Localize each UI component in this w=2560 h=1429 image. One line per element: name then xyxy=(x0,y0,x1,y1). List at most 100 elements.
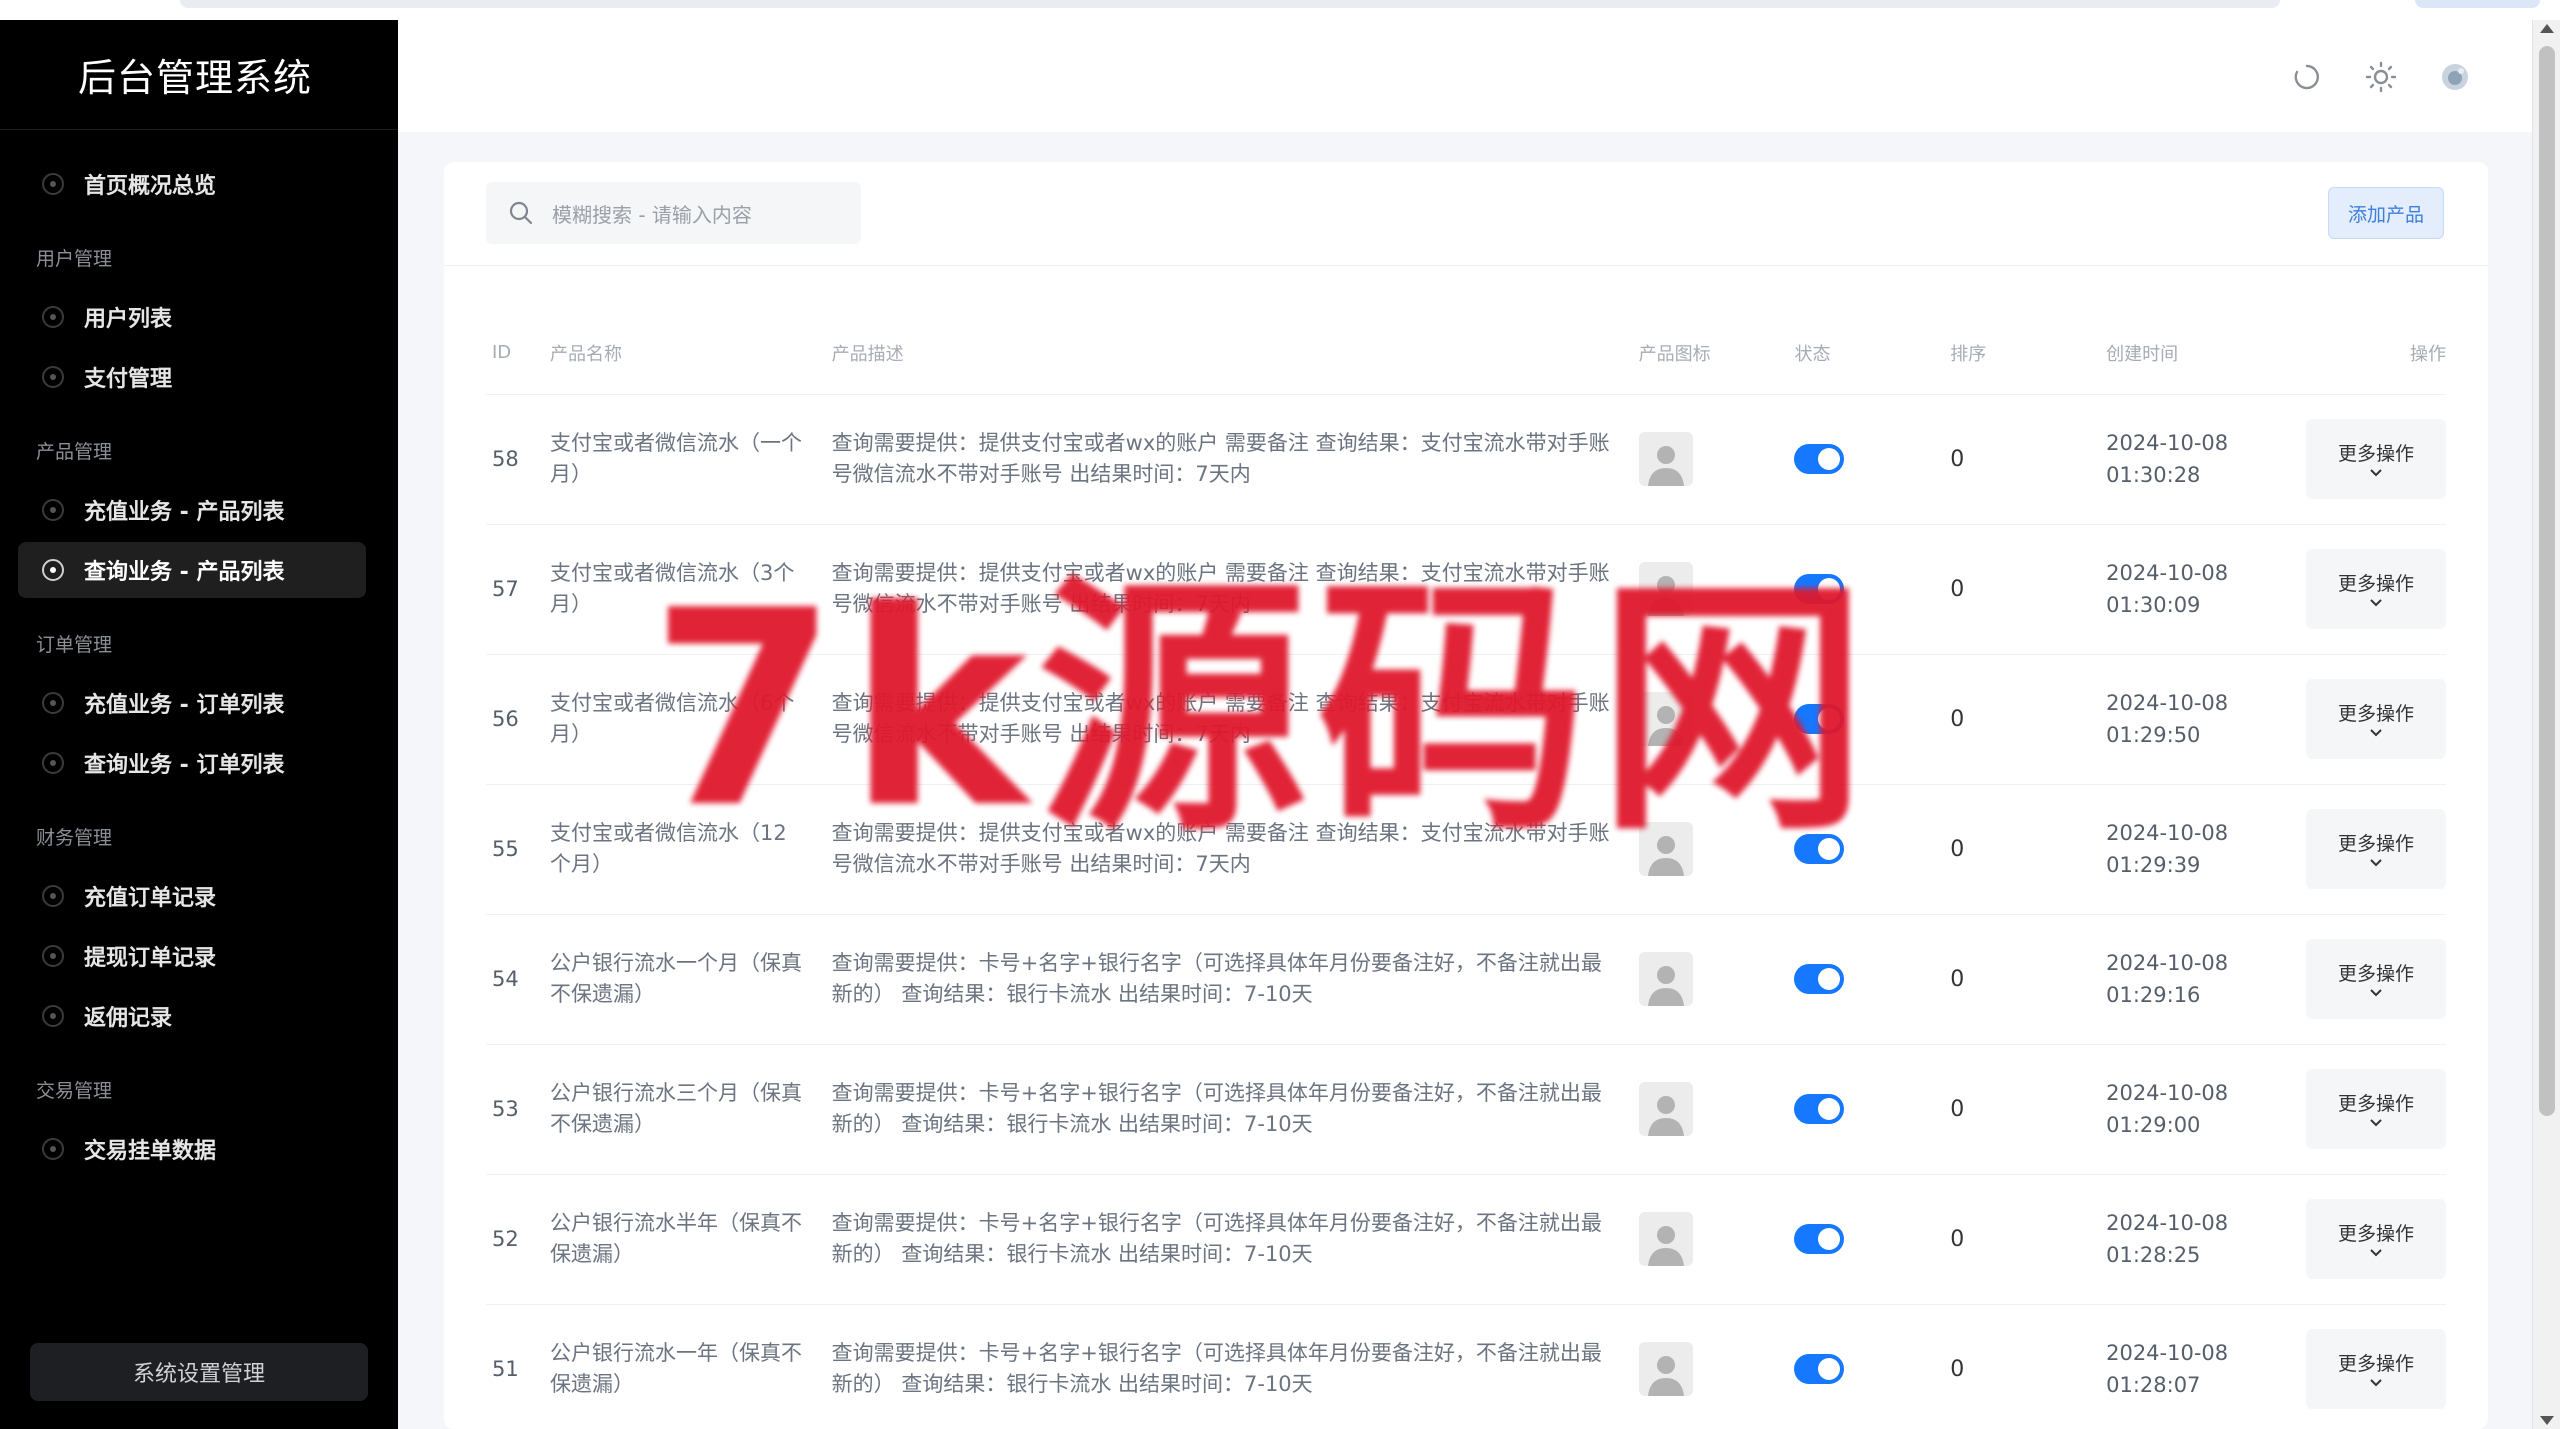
created-time: 01:28:25 xyxy=(2106,1243,2201,1267)
cell-id: 51 xyxy=(486,1304,544,1429)
header-icon: 产品图标 xyxy=(1632,312,1789,395)
product-table: ID 产品名称 产品描述 产品图标 状态 排序 创建时间 操作 58 支付宝或者微… xyxy=(486,312,2446,1429)
more-actions-button[interactable]: 更多操作 xyxy=(2306,1069,2446,1149)
header-op: 操作 xyxy=(2300,312,2446,395)
search-box[interactable]: 模糊搜索 - 请输入内容 xyxy=(486,182,861,244)
product-image-icon xyxy=(1638,432,1693,486)
cell-sort: 0 xyxy=(1944,524,2101,655)
refresh-icon[interactable] xyxy=(2290,60,2324,94)
nav-group-title: 财务管理 xyxy=(36,827,113,849)
created-date: 2024-10-08 xyxy=(2106,1081,2229,1105)
cell-op: 更多操作 xyxy=(2300,1304,2446,1429)
cell-op: 更多操作 xyxy=(2300,524,2446,655)
cell-op: 更多操作 xyxy=(2300,914,2446,1045)
cell-op: 更多操作 xyxy=(2300,654,2446,785)
nav-group-title: 订单管理 xyxy=(36,634,113,656)
sidebar-item-label: 用户列表 xyxy=(84,307,173,332)
sun-icon[interactable] xyxy=(2364,60,2398,94)
chevron-down-icon xyxy=(2370,859,2382,867)
cell-icon xyxy=(1632,1174,1789,1305)
sidebar-item-label: 查询业务 - 订单列表 xyxy=(84,753,285,778)
cell-status xyxy=(1788,394,1945,525)
cell-created: 2024-10-08 01:30:09 xyxy=(2100,524,2300,655)
more-actions-button[interactable]: 更多操作 xyxy=(2306,1329,2446,1409)
sidebar-item[interactable]: 查询业务 - 订单列表 xyxy=(18,735,366,791)
cell-id: 54 xyxy=(486,914,544,1045)
table-row: 54 公户银行流水一个月（保真不保遗漏） 查询需要提供：卡号+名字+银行名字（可选择… xyxy=(486,914,2446,1045)
product-list-card: 模糊搜索 - 请输入内容 添加产品 ID 产品名称 产品描述 产品图标 状态 排… xyxy=(444,162,2488,1429)
table-row: 55 支付宝或者微信流水（12个月） 查询需要提供：提供支付宝或者wx的账户 需要备… xyxy=(486,784,2446,915)
header-id: ID xyxy=(486,312,544,395)
sidebar-item-label: 充值业务 - 订单列表 xyxy=(84,693,285,718)
cell-sort: 0 xyxy=(1944,654,2101,785)
status-toggle[interactable] xyxy=(1794,834,1845,864)
sidebar-item[interactable]: 交易挂单数据 xyxy=(18,1121,366,1177)
cell-desc: 查询需要提供：卡号+名字+银行名字（可选择具体年月份要备注好，不备注就出最新的）… xyxy=(825,1044,1633,1175)
header-sort: 排序 xyxy=(1944,312,2101,395)
sidebar-item[interactable]: 充值业务 - 产品列表 xyxy=(18,482,366,538)
more-actions-button[interactable]: 更多操作 xyxy=(2306,419,2446,499)
status-toggle[interactable] xyxy=(1794,1354,1845,1384)
sidebar-item[interactable]: 支付管理 xyxy=(18,349,366,405)
system-settings-button[interactable]: 系统设置管理 xyxy=(30,1343,368,1401)
header-desc: 产品描述 xyxy=(825,312,1633,395)
avatar-icon[interactable] xyxy=(2438,60,2472,94)
chevron-down-icon xyxy=(2370,1249,2382,1257)
more-actions-label: 更多操作 xyxy=(2337,1093,2414,1115)
cell-created: 2024-10-08 01:28:25 xyxy=(2100,1174,2300,1305)
cell-sort: 0 xyxy=(1944,1174,2101,1305)
scroll-down-arrow[interactable] xyxy=(2540,1416,2554,1425)
sidebar-item[interactable]: 充值订单记录 xyxy=(18,868,366,924)
table-row: 53 公户银行流水三个月（保真不保遗漏） 查询需要提供：卡号+名字+银行名字（可选择… xyxy=(486,1044,2446,1175)
nav-dot-icon xyxy=(42,173,64,195)
more-actions-button[interactable]: 更多操作 xyxy=(2306,809,2446,889)
sidebar-item[interactable]: 用户列表 xyxy=(18,289,366,345)
scroll-thumb[interactable] xyxy=(2539,46,2555,1116)
status-toggle[interactable] xyxy=(1794,964,1845,994)
created-date: 2024-10-08 xyxy=(2106,1211,2229,1235)
status-toggle[interactable] xyxy=(1794,574,1845,604)
cell-desc: 查询需要提供：提供支付宝或者wx的账户 需要备注 查询结果：支付宝流水带对手账号… xyxy=(825,654,1633,785)
more-actions-button[interactable]: 更多操作 xyxy=(2306,939,2446,1019)
page-scrollbar[interactable] xyxy=(2532,20,2560,1429)
address-bar[interactable] xyxy=(180,0,2280,8)
status-toggle[interactable] xyxy=(1794,1224,1845,1254)
created-time: 01:29:00 xyxy=(2106,1113,2201,1137)
nav-dot-icon xyxy=(42,752,64,774)
chevron-down-icon xyxy=(2370,1119,2382,1127)
sidebar-item[interactable]: 首页概况总览 xyxy=(18,156,366,212)
table-row: 52 公户银行流水半年（保真不保遗漏） 查询需要提供：卡号+名字+银行名字（可选择具… xyxy=(486,1174,2446,1305)
header-status: 状态 xyxy=(1788,312,1945,395)
created-date: 2024-10-08 xyxy=(2106,951,2229,975)
scroll-up-arrow[interactable] xyxy=(2540,24,2554,33)
more-actions-label: 更多操作 xyxy=(2337,703,2414,725)
more-actions-label: 更多操作 xyxy=(2337,1353,2414,1375)
product-image-icon xyxy=(1638,1082,1693,1136)
sidebar-item[interactable]: 提现订单记录 xyxy=(18,928,366,984)
more-actions-button[interactable]: 更多操作 xyxy=(2306,549,2446,629)
status-toggle[interactable] xyxy=(1794,704,1845,734)
add-product-button[interactable]: 添加产品 xyxy=(2328,187,2444,239)
cell-id: 53 xyxy=(486,1044,544,1175)
product-image-icon xyxy=(1638,822,1693,876)
cell-name: 支付宝或者微信流水（3个月） xyxy=(543,524,826,655)
more-actions-label: 更多操作 xyxy=(2337,963,2414,985)
sidebar-item-label: 提现订单记录 xyxy=(84,946,217,971)
cell-status xyxy=(1788,524,1945,655)
browser-button[interactable] xyxy=(2415,0,2540,8)
sidebar-item[interactable]: 查询业务 - 产品列表 xyxy=(18,542,366,598)
created-date: 2024-10-08 xyxy=(2106,561,2229,585)
cell-sort: 0 xyxy=(1944,784,2101,915)
search-input[interactable]: 模糊搜索 - 请输入内容 xyxy=(552,199,752,228)
sidebar-item[interactable]: 充值业务 - 订单列表 xyxy=(18,675,366,731)
more-actions-button[interactable]: 更多操作 xyxy=(2306,1199,2446,1279)
more-actions-button[interactable]: 更多操作 xyxy=(2306,679,2446,759)
cell-name: 公户银行流水一个月（保真不保遗漏） xyxy=(543,914,826,1045)
status-toggle[interactable] xyxy=(1794,1094,1845,1124)
sidebar-item-label: 充值业务 - 产品列表 xyxy=(84,500,285,525)
cell-sort: 0 xyxy=(1944,394,2101,525)
nav-group-title: 交易管理 xyxy=(36,1080,113,1102)
sidebar-item-label: 支付管理 xyxy=(84,367,173,392)
status-toggle[interactable] xyxy=(1794,444,1845,474)
sidebar-item[interactable]: 返佣记录 xyxy=(18,988,366,1044)
